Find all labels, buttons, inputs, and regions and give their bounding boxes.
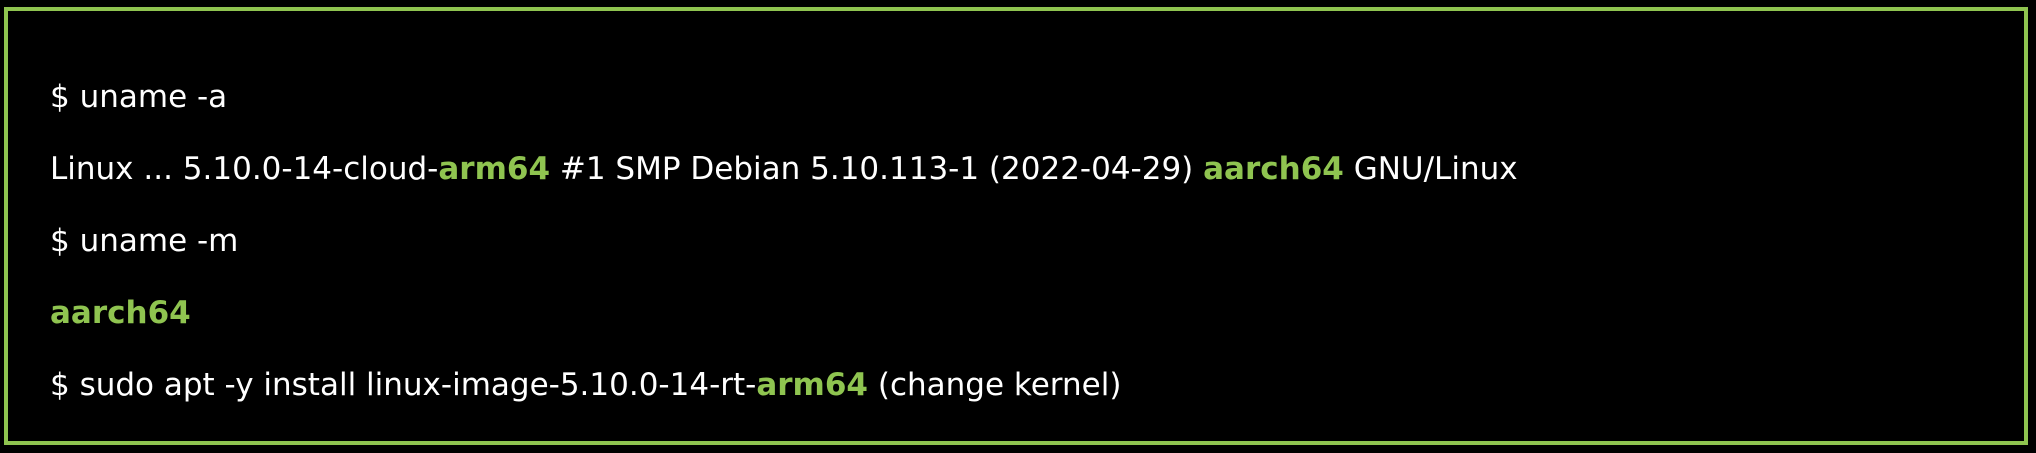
command-uname-m: $ uname -m (50, 221, 238, 261)
output-text: Linux ... 5.10.0-14-cloud- (50, 151, 439, 187)
command-uname-a: $ uname -a (50, 77, 227, 117)
highlight-arch-arm64: arm64 (438, 151, 551, 187)
output-text: #1 SMP Debian 5.10.113-1 (2022-04-29) (550, 151, 1204, 187)
terminal-output: $ uname -a Linux ... 5.10.0-14-cloud-arm… (4, 7, 2028, 445)
output-text: GNU/Linux (1343, 151, 1518, 187)
output-uname-a: Linux ... 5.10.0-14-cloud-arm64 #1 SMP D… (50, 149, 1518, 189)
command-apt-install: $ sudo apt -y install linux-image-5.10.0… (50, 365, 1121, 405)
command-text: $ sudo apt -y install linux-image-5.10.0… (50, 367, 757, 403)
command-note: (change kernel) (868, 367, 1122, 403)
highlight-arch-aarch64: aarch64 (50, 295, 191, 331)
output-uname-m: aarch64 (50, 293, 191, 333)
command-text: $ uname -a (50, 79, 228, 115)
highlight-arch-aarch64: aarch64 (1203, 151, 1344, 187)
command-text: $ uname -m (50, 223, 239, 259)
highlight-arch-arm64: arm64 (756, 367, 868, 403)
